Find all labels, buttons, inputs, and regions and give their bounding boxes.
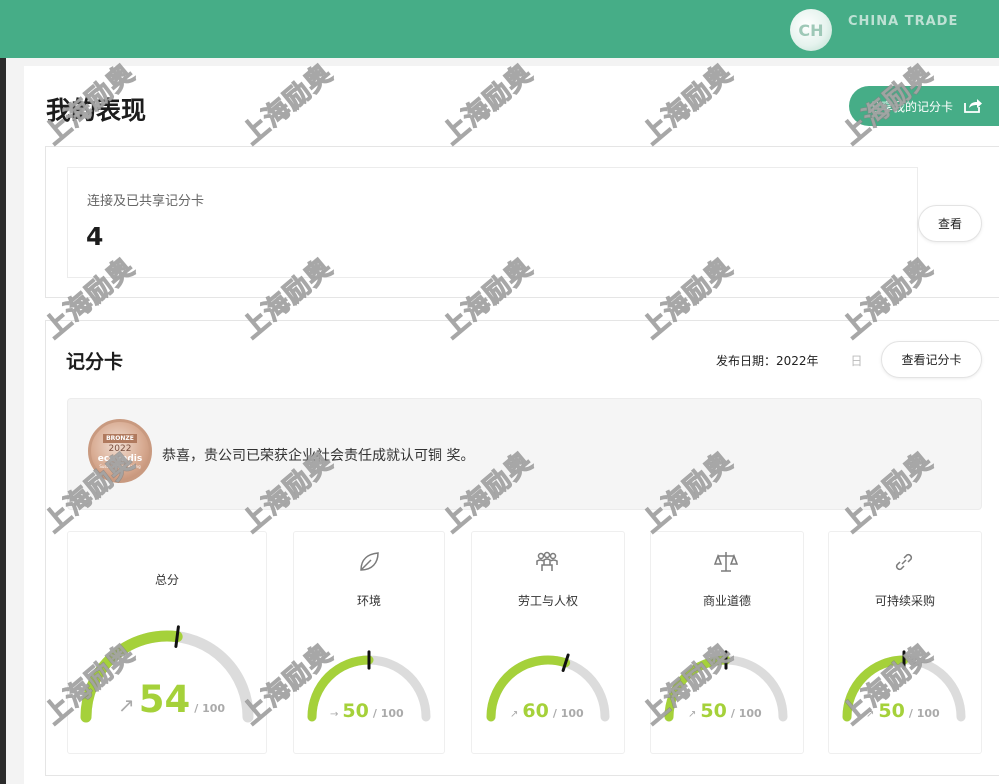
share-button-label: 分享我的记分卡 (869, 99, 954, 114)
scorecard-title: 记分卡 (66, 351, 124, 373)
score-max: / 100 (194, 702, 226, 715)
score-number: 50 (342, 700, 369, 722)
score-category-label: 总分 (154, 573, 179, 587)
score-number: 50 (700, 700, 727, 722)
connections-count: 4 (86, 222, 104, 251)
share-icon (963, 97, 983, 116)
share-scorecard-button[interactable]: 分享我的记分卡 (849, 86, 999, 126)
score-max: / 100 (908, 707, 940, 720)
score-number: 50 (878, 700, 905, 722)
gauge-marker (174, 625, 180, 648)
publish-date: 发布日期：2022年日 (716, 354, 863, 368)
score-value: ↗ 54/ 100 (118, 678, 225, 721)
trend-arrow-icon: ↗ (866, 709, 875, 720)
score-value: ↗ 60/ 100 (510, 700, 584, 722)
trend-arrow-icon: ↗ (510, 709, 519, 720)
user-avatar[interactable]: CH (790, 9, 832, 51)
view-connections-button[interactable]: 查看 (918, 205, 982, 242)
score-max: / 100 (552, 707, 584, 720)
link-icon (891, 549, 917, 575)
top-bar: CH CHINA TRADE (0, 0, 999, 58)
scale-icon (713, 549, 739, 575)
leaf-icon (356, 549, 382, 575)
trend-arrow-icon: → (330, 709, 339, 720)
score-category-label: 劳工与人权 (517, 594, 578, 608)
page-title: 我的表现 (46, 96, 147, 125)
score-value: → 50/ 100 (330, 700, 404, 722)
connections-card (67, 167, 918, 278)
trend-arrow-icon: ↗ (118, 693, 135, 717)
score-category-label: 环境 (356, 594, 381, 608)
score-max: / 100 (372, 707, 404, 720)
people-icon (534, 549, 560, 575)
left-rail (0, 58, 6, 784)
score-number: 54 (138, 678, 191, 721)
score-category-label: 可持续采购 (874, 594, 935, 608)
score-number: 60 (522, 700, 549, 722)
congrats-message: 恭喜，贵公司已荣获企业社会责任成就认可铜 奖。 (162, 448, 475, 464)
score-value: ↗ 50/ 100 (866, 700, 940, 722)
bronze-medal-icon: BRONZE 2022 ecovadis Sustainability Rati… (88, 419, 152, 483)
connections-label: 连接及已共享记分卡 (87, 194, 205, 209)
score-value: ↗ 50/ 100 (688, 700, 762, 722)
score-max: / 100 (730, 707, 762, 720)
user-name[interactable]: CHINA TRADE (848, 14, 958, 29)
view-scorecard-button[interactable]: 查看记分卡 (881, 341, 982, 378)
trend-arrow-icon: ↗ (688, 709, 697, 720)
score-category-label: 商业道德 (702, 594, 751, 608)
